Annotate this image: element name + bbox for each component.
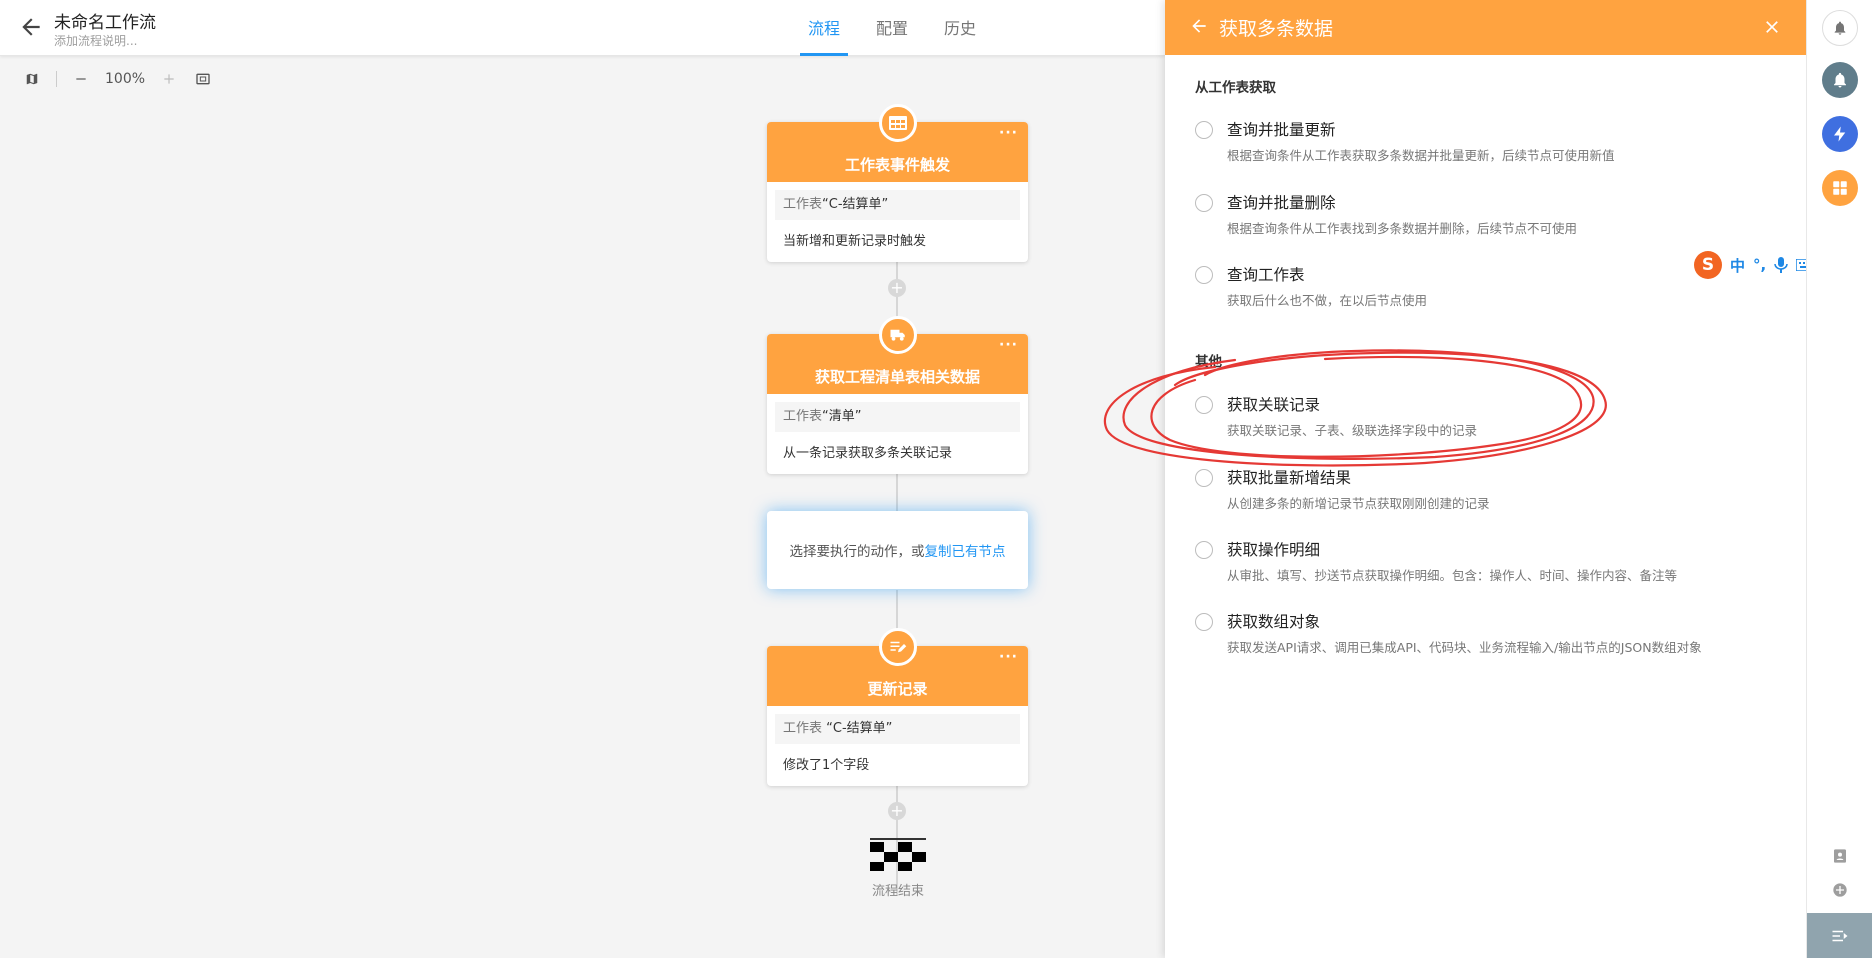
more-icon[interactable]: ···: [999, 650, 1018, 664]
ime-mode-label[interactable]: 中: [1730, 255, 1745, 276]
trigger-node[interactable]: ··· 工作表事件触发 工作表“C-结算单” 当新增和更新记录时触发: [767, 104, 1028, 262]
node-title: 工作表事件触发: [844, 156, 950, 174]
right-sidebar: [1806, 0, 1872, 958]
radio-button[interactable]: [1195, 194, 1213, 212]
copy-node-link[interactable]: 复制已有节点: [925, 540, 1006, 560]
more-icon[interactable]: ···: [999, 126, 1018, 140]
ai-assistant-icon[interactable]: [1822, 116, 1858, 152]
apps-grid-icon[interactable]: [1822, 170, 1858, 206]
node-description: 当新增和更新记录时触发: [783, 234, 927, 249]
finish-flag-icon: [870, 838, 926, 871]
edit-icon: [879, 628, 917, 666]
contacts-icon[interactable]: [1822, 838, 1858, 874]
flow-end-label: 流程结束: [871, 884, 924, 899]
radio-button[interactable]: [1195, 266, 1213, 284]
node-header: ··· 获取工程清单表相关数据: [767, 316, 1028, 394]
update-record-node[interactable]: ··· 更新记录 工作表 “C-结算单” 修改了1个字段: [767, 628, 1028, 786]
option-query-batch-update[interactable]: 查询并批量更新 根据查询条件从工作表获取多条数据并批量更新，后续节点可使用新值: [1195, 118, 1775, 170]
truck-icon: [879, 316, 917, 354]
workflow-title[interactable]: 未命名工作流: [54, 8, 156, 33]
option-get-array-object[interactable]: 获取数组对象 获取发送API请求、调用已集成API、代码块、业务流程输入/输出节…: [1195, 610, 1775, 662]
collapse-menu-button[interactable]: [1807, 913, 1872, 958]
option-query-batch-delete[interactable]: 查询并批量删除 根据查询条件从工作表找到多条数据并删除，后续节点不可使用: [1195, 191, 1775, 243]
option-label: 获取操作明细: [1227, 541, 1321, 559]
tab-flow[interactable]: 流程: [790, 0, 858, 56]
add-circle-icon[interactable]: [1822, 872, 1858, 908]
option-description: 根据查询条件从工作表找到多条数据并删除，后续节点不可使用: [1227, 221, 1578, 236]
option-description: 根据查询条件从工作表获取多条数据并批量更新，后续节点可使用新值: [1227, 148, 1615, 163]
option-description: 从创建多条的新增记录节点获取刚刚创建的记录: [1227, 496, 1490, 511]
get-related-node[interactable]: ··· 获取工程清单表相关数据 工作表“清单” 从一条记录获取多条关联记录: [767, 316, 1028, 474]
sogou-logo-icon[interactable]: S: [1694, 251, 1722, 279]
node-sheet: 工作表 “C-结算单”: [775, 714, 1020, 744]
table-icon: [879, 104, 917, 142]
node-sheet: 工作表“清单”: [775, 402, 1020, 432]
option-get-batch-add-results[interactable]: 获取批量新增结果 从创建多条的新增记录节点获取刚刚创建的记录: [1195, 466, 1775, 518]
panel-header: 获取多条数据: [1165, 0, 1806, 55]
close-icon[interactable]: [1762, 17, 1782, 37]
select-action-box[interactable]: 选择要执行的动作，或 复制已有节点: [767, 511, 1028, 589]
tab-config[interactable]: 配置: [858, 0, 926, 56]
back-arrow-icon[interactable]: [1189, 16, 1209, 36]
radio-button[interactable]: [1195, 541, 1213, 559]
node-title: 更新记录: [867, 680, 928, 698]
option-query-sheet[interactable]: 查询工作表 获取后什么也不做，在以后节点使用: [1195, 263, 1775, 315]
option-label: 获取批量新增结果: [1227, 469, 1352, 487]
option-label: 获取数组对象: [1227, 613, 1321, 631]
panel-title: 获取多条数据: [1219, 18, 1334, 40]
back-arrow-icon[interactable]: [18, 14, 44, 40]
more-icon[interactable]: ···: [999, 338, 1018, 352]
ime-punct-label[interactable]: °,: [1753, 256, 1766, 274]
radio-button[interactable]: [1195, 121, 1213, 139]
microphone-icon[interactable]: [1774, 257, 1788, 273]
node-header: ··· 更新记录: [767, 628, 1028, 706]
add-node-button[interactable]: +: [888, 802, 906, 820]
option-get-related-records[interactable]: 获取关联记录 获取关联记录、子表、级联选择字段中的记录: [1195, 393, 1775, 445]
add-node-button[interactable]: +: [888, 279, 906, 297]
option-label: 查询工作表: [1227, 266, 1305, 284]
section-title-from-sheet: 从工作表获取: [1195, 80, 1276, 96]
option-description: 获取关联记录、子表、级联选择字段中的记录: [1227, 423, 1478, 438]
section-title-other: 其他: [1195, 354, 1222, 370]
option-label: 查询并批量更新: [1227, 121, 1336, 139]
bell-icon[interactable]: [1822, 62, 1858, 98]
get-multiple-data-panel: 获取多条数据 从工作表获取 查询并批量更新 根据查询条件从工作表获取多条数据并批…: [1165, 0, 1806, 958]
radio-button[interactable]: [1195, 396, 1213, 414]
node-description: 从一条记录获取多条关联记录: [783, 446, 953, 461]
notification-bell-icon[interactable]: [1822, 10, 1858, 46]
select-action-text: 选择要执行的动作，或: [789, 544, 925, 560]
option-label: 获取关联记录: [1227, 396, 1321, 414]
header-tabs: 流程 配置 历史: [790, 0, 994, 56]
node-description: 修改了1个字段: [783, 758, 870, 773]
menu-collapse-icon: [1832, 930, 1848, 941]
node-sheet: 工作表“C-结算单”: [775, 190, 1020, 220]
workflow-header: 未命名工作流 添加流程说明... 流程 配置 历史: [0, 0, 1165, 56]
node-title: 获取工程清单表相关数据: [814, 368, 980, 386]
option-description: 获取发送API请求、调用已集成API、代码块、业务流程输入/输出节点的JSON数…: [1227, 640, 1702, 655]
tab-history[interactable]: 历史: [926, 0, 994, 56]
option-label: 查询并批量删除: [1227, 194, 1336, 212]
option-description: 获取后什么也不做，在以后节点使用: [1227, 293, 1428, 308]
workflow-description[interactable]: 添加流程说明...: [54, 32, 137, 49]
option-get-operation-details[interactable]: 获取操作明细 从审批、填写、抄送节点获取操作明细。包含：操作人、时间、操作内容、…: [1195, 538, 1775, 590]
option-description: 从审批、填写、抄送节点获取操作明细。包含：操作人、时间、操作内容、备注等: [1227, 568, 1678, 583]
radio-button[interactable]: [1195, 469, 1213, 487]
node-header: ··· 工作表事件触发: [767, 104, 1028, 182]
radio-button[interactable]: [1195, 613, 1213, 631]
